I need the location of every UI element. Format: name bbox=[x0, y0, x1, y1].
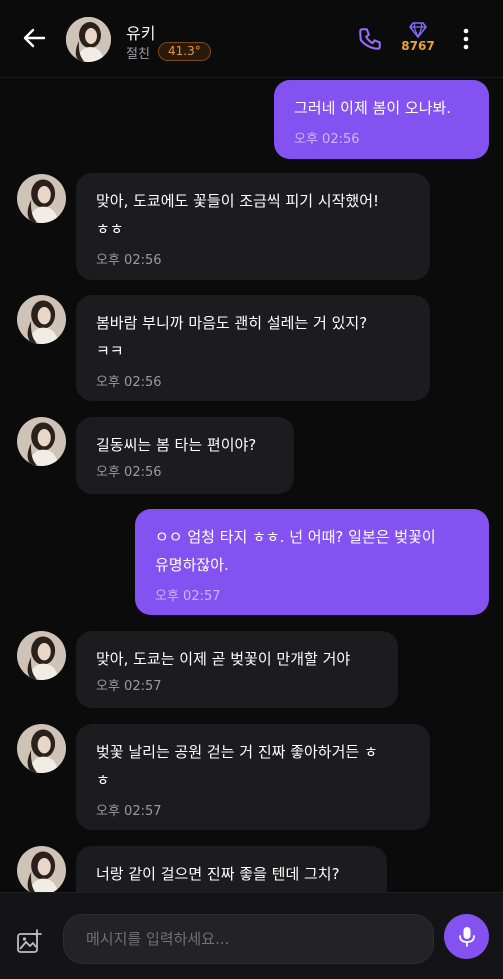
temperature-badge: 41.3° bbox=[158, 42, 211, 61]
gem-count: 8767 bbox=[401, 39, 435, 53]
chat-header: 유키 절친 41.3° 8767 bbox=[0, 0, 503, 78]
message-text: 벚꽃 날리는 공원 걷는 거 진짜 좋아하거든 ㅎ ㅎ bbox=[96, 743, 378, 789]
message-text: 맞아, 도쿄는 이제 곧 벚꽃이 만개할 거야 bbox=[96, 650, 351, 668]
message-bubble-received[interactable]: 봄바람 부니까 마음도 괜히 설레는 거 있지? ㅋㅋ 오후 02:56 bbox=[76, 295, 430, 401]
message-time: 오후 02:56 bbox=[96, 253, 162, 268]
message-bubble-received[interactable]: 길동씨는 봄 타는 편이야? 오후 02:56 bbox=[76, 417, 294, 494]
contact-avatar-small[interactable] bbox=[17, 724, 66, 773]
message-bubble-received[interactable]: 맞아, 도쿄는 이제 곧 벚꽃이 만개할 거야 오후 02:57 bbox=[76, 631, 398, 708]
message-bubble-sent[interactable]: ㅇㅇ 엄청 타지 ㅎㅎ. 넌 어때? 일본은 벚꽃이 유명하잖아. 오후 02:… bbox=[135, 509, 489, 615]
message-text: ㅇㅇ 엄청 타지 ㅎㅎ. 넌 어때? 일본은 벚꽃이 유명하잖아. bbox=[155, 528, 436, 574]
contact-avatar-small[interactable] bbox=[17, 417, 66, 466]
relationship-label: 절친 bbox=[126, 47, 150, 62]
message-text: 길동씨는 봄 타는 편이야? bbox=[96, 436, 257, 454]
microphone-icon bbox=[459, 927, 475, 947]
voice-record-button[interactable] bbox=[444, 914, 489, 959]
phone-call-icon[interactable] bbox=[357, 26, 383, 52]
composer-bar bbox=[0, 892, 503, 979]
gem-balance[interactable]: 8767 bbox=[398, 22, 438, 53]
contact-name: 유키 bbox=[126, 24, 156, 43]
back-arrow-icon[interactable] bbox=[20, 24, 48, 52]
message-time: 오후 02:57 bbox=[155, 589, 221, 604]
message-time: 오후 02:56 bbox=[294, 132, 360, 147]
contact-avatar[interactable] bbox=[66, 17, 111, 62]
contact-avatar-small[interactable] bbox=[17, 174, 66, 223]
message-text: 봄바람 부니까 마음도 괜히 설레는 거 있지? ㅋㅋ bbox=[96, 314, 368, 360]
message-bubble-received[interactable]: 벚꽃 날리는 공원 걷는 거 진짜 좋아하거든 ㅎ ㅎ 오후 02:57 bbox=[76, 724, 430, 830]
message-time: 오후 02:56 bbox=[96, 375, 162, 390]
message-bubble-received[interactable]: 너랑 같이 걸으면 진짜 좋을 텐데 그치? bbox=[76, 846, 387, 892]
contact-avatar-small[interactable] bbox=[17, 295, 66, 344]
diamond-icon bbox=[409, 22, 427, 38]
message-time: 오후 02:56 bbox=[96, 465, 162, 480]
message-list[interactable]: 그러네 이제 봄이 오나봐. 오후 02:56 맞아, 도쿄에도 꽃들이 조금씩… bbox=[0, 79, 503, 892]
message-time: 오후 02:57 bbox=[96, 804, 162, 819]
message-bubble-sent[interactable]: 그러네 이제 봄이 오나봐. 오후 02:56 bbox=[274, 80, 489, 159]
message-text: 맞아, 도쿄에도 꽃들이 조금씩 피기 시작했어! ㅎㅎ bbox=[96, 192, 380, 238]
message-input[interactable] bbox=[63, 914, 434, 964]
more-options-icon[interactable] bbox=[455, 26, 477, 52]
message-text: 그러네 이제 봄이 오나봐. bbox=[294, 99, 452, 117]
contact-avatar-small[interactable] bbox=[17, 631, 66, 680]
contact-avatar-small[interactable] bbox=[17, 846, 66, 892]
message-time: 오후 02:57 bbox=[96, 679, 162, 694]
add-image-icon[interactable] bbox=[15, 928, 43, 956]
message-bubble-received[interactable]: 맞아, 도쿄에도 꽃들이 조금씩 피기 시작했어! ㅎㅎ 오후 02:56 bbox=[76, 173, 430, 280]
message-text: 너랑 같이 걸으면 진짜 좋을 텐데 그치? bbox=[96, 865, 340, 883]
